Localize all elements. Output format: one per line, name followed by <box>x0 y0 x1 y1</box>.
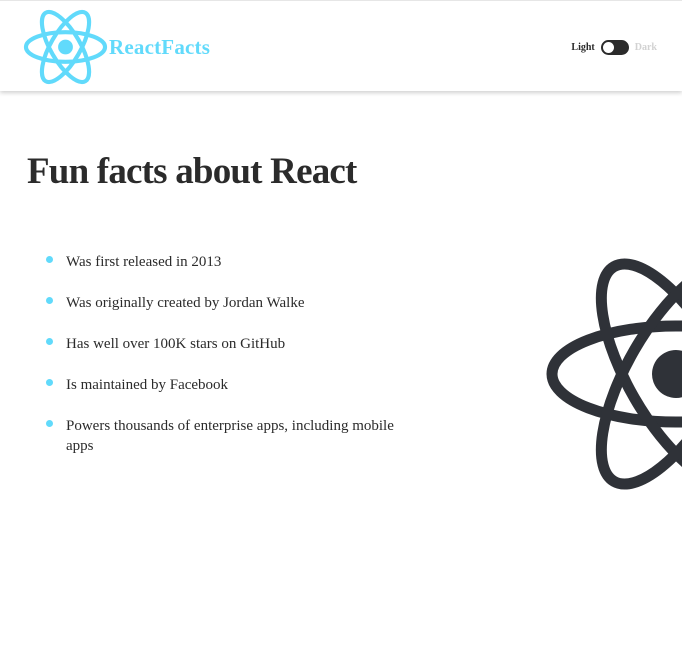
bullet-icon <box>46 256 53 263</box>
background-logo <box>546 252 682 497</box>
bullet-icon <box>46 338 53 345</box>
fact-text: Powers thousands of enterprise apps, inc… <box>66 418 394 454</box>
fact-text: Is maintained by Facebook <box>66 377 229 393</box>
list-item: Is maintained by Facebook <box>44 375 424 395</box>
list-item: Was first released in 2013 <box>44 252 424 272</box>
toggle-light-label: Light <box>571 41 595 53</box>
list-item: Powers thousands of enterprise apps, inc… <box>44 416 424 456</box>
theme-switch[interactable] <box>600 39 629 55</box>
react-atom-icon <box>546 258 682 490</box>
bullet-icon <box>46 420 53 427</box>
switch-knob <box>602 41 614 53</box>
navbar: ReactFacts Light Dark <box>0 0 682 91</box>
bullet-icon <box>46 297 53 304</box>
theme-toggle[interactable]: Light Dark <box>571 39 657 55</box>
brand-name: ReactFacts <box>109 34 211 59</box>
brand[interactable]: ReactFacts <box>23 9 210 85</box>
list-item: Has well over 100K stars on GitHub <box>44 334 424 354</box>
facts-list: Was first released in 2013 Was originall… <box>44 252 424 477</box>
page-title: Fun facts about React <box>27 151 357 192</box>
bullet-icon <box>46 379 53 386</box>
fact-text: Was first released in 2013 <box>66 254 222 270</box>
toggle-dark-label: Dark <box>634 41 657 53</box>
react-atom-icon <box>23 9 108 85</box>
fact-text: Was originally created by Jordan Walke <box>66 295 305 311</box>
fact-text: Has well over 100K stars on GitHub <box>66 336 286 352</box>
list-item: Was originally created by Jordan Walke <box>44 293 424 313</box>
